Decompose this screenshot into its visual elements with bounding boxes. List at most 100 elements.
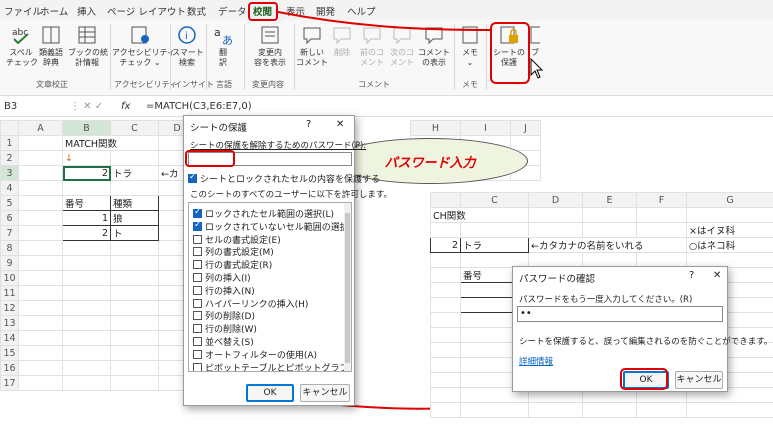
permission-checkbox[interactable]: 列の挿入(I) (193, 271, 251, 284)
permission-checkbox[interactable]: 列の削除(D) (193, 309, 255, 322)
column-header-d[interactable]: D (528, 192, 583, 208)
corner-cell[interactable] (0, 120, 19, 136)
permission-checkbox[interactable]: セルの書式設定(E) (193, 233, 281, 246)
row-header[interactable]: 4 (0, 180, 19, 196)
cancel-button[interactable]: キャンセル (675, 371, 723, 389)
cell-b1[interactable]: MATCH関数 (62, 135, 159, 151)
tab-view[interactable]: 表示 (286, 4, 305, 18)
ok-button[interactable]: OK (246, 384, 294, 402)
cell[interactable] (18, 150, 63, 166)
tab-developer[interactable]: 開発 (316, 4, 335, 18)
thesaurus-button[interactable]: 類義語 辞典 (36, 24, 66, 68)
close-icon[interactable]: ✕ (713, 270, 721, 281)
new-comment-button[interactable]: 新しい コメント (296, 24, 328, 68)
cell-b7[interactable]: 2 (62, 225, 111, 241)
smart-lookup-button[interactable]: i スマート 検索 (172, 24, 204, 68)
permission-checkbox[interactable]: ロックされていないセル範囲の選択(U) (193, 220, 351, 233)
next-comment-button[interactable]: 次のコ メント (388, 24, 416, 68)
column-header-b[interactable]: B (62, 120, 111, 136)
scrollbar-thumb[interactable] (345, 213, 350, 363)
tab-insert[interactable]: 挿入 (77, 4, 96, 18)
show-changes-button[interactable]: 変更内 容を表示 (248, 24, 292, 68)
scrollbar[interactable] (344, 203, 351, 371)
tab-formulas[interactable]: 数式 (187, 4, 206, 18)
tab-page-layout[interactable]: ページ レイアウト (107, 4, 186, 18)
row-header[interactable]: 15 (0, 345, 19, 361)
cell[interactable] (18, 210, 63, 226)
cell-b2-arrow[interactable]: ↓ (62, 150, 111, 166)
tab-data[interactable]: データ (218, 4, 247, 18)
row-header[interactable]: 10 (0, 270, 19, 286)
row-header[interactable]: 5 (0, 195, 19, 211)
permission-checkbox[interactable]: ロックされたセル範囲の選択(L) (193, 207, 334, 220)
protect-contents-checkbox[interactable]: シートとロックされたセルの内容を保護する (188, 172, 380, 185)
tab-help[interactable]: ヘルプ (347, 4, 376, 18)
confirm-password-input[interactable]: •• (517, 306, 723, 322)
tab-file[interactable]: ファイル (4, 4, 42, 18)
permission-checkbox[interactable]: 行の書式設定(R) (193, 258, 272, 271)
check-accessibility-button[interactable]: アクセシビリティ チェック ⌄ (112, 24, 175, 68)
row-header[interactable]: 2 (0, 150, 19, 166)
column-header-i[interactable]: I (460, 120, 511, 136)
cell[interactable] (110, 150, 159, 166)
previous-comment-button[interactable]: 前のコ メント (358, 24, 386, 68)
function-icon[interactable]: fx (121, 101, 130, 112)
permission-checkbox[interactable]: 列の書式設定(M) (193, 245, 274, 258)
cell-c7[interactable]: ト (110, 225, 159, 241)
cell[interactable] (18, 135, 63, 151)
tab-home[interactable]: ホーム (40, 4, 68, 18)
cell-g7[interactable]: ○はネコ科 (686, 237, 773, 253)
cell-b3-selected[interactable]: 2 (62, 165, 111, 181)
spelling-button[interactable]: abc スペル チェック (6, 24, 38, 68)
column-header-b[interactable] (430, 192, 461, 208)
cell-c7[interactable]: トラ (460, 237, 529, 253)
permission-checkbox[interactable]: ハイパーリンクの挿入(H) (193, 297, 308, 310)
cell[interactable] (18, 225, 63, 241)
cell-g6[interactable]: ×はイヌ科 (686, 222, 773, 238)
cell-d7[interactable]: ←カタカナの名前をいれる (528, 237, 687, 253)
protect-workbook-button[interactable]: ブ (530, 24, 540, 58)
name-box[interactable]: B3 (4, 101, 17, 112)
show-comments-button[interactable]: コメント の表示 (418, 24, 450, 68)
cell-c5[interactable]: 種類 (110, 195, 159, 211)
row-header[interactable]: 11 (0, 285, 19, 301)
row-header[interactable]: 17 (0, 375, 19, 391)
cell-match-title[interactable]: CH関数 (430, 207, 529, 223)
permission-checkbox[interactable]: 行の削除(W) (193, 322, 257, 335)
details-link[interactable]: 詳細情報 (519, 355, 553, 367)
permission-checkbox[interactable]: ピボットテーブルとピボットグラフを使用する (193, 361, 351, 371)
column-header-c[interactable]: C (110, 120, 159, 136)
formula-input[interactable]: =MATCH(C3,E6:E7,0) (146, 101, 252, 112)
cell[interactable] (18, 195, 63, 211)
translate-button[interactable]: aあ 翻 訳 (210, 24, 236, 68)
permission-checkbox[interactable]: 並べ替え(S) (193, 335, 254, 348)
row-header[interactable]: 12 (0, 300, 19, 316)
row-header[interactable]: 1 (0, 135, 19, 151)
notes-button[interactable]: メモ ⌄ (458, 24, 482, 68)
cancel-button[interactable]: キャンセル (300, 384, 350, 402)
cancel-icon[interactable]: ⋮ ✕ ✓ (70, 101, 103, 112)
column-header-e[interactable]: E (582, 192, 637, 208)
row-header[interactable]: 14 (0, 330, 19, 346)
row-header[interactable]: 3 (0, 165, 19, 181)
column-header-a[interactable]: A (18, 120, 63, 136)
cell-b5[interactable]: 番号 (62, 195, 111, 211)
row-header[interactable]: 7 (0, 225, 19, 241)
row-header[interactable]: 8 (0, 240, 19, 256)
column-header-h[interactable]: H (410, 120, 461, 136)
delete-comment-button[interactable]: 削除 (330, 24, 354, 58)
column-header-g[interactable]: G (686, 192, 773, 208)
column-header-f[interactable]: F (636, 192, 687, 208)
help-icon[interactable]: ? (689, 270, 694, 281)
cell-b7[interactable]: 2 (430, 237, 461, 253)
column-header-c[interactable]: C (460, 192, 529, 208)
workbook-statistics-button[interactable]: ブックの統 計情報 (68, 24, 108, 68)
cell-c3[interactable]: トラ (110, 165, 159, 181)
close-icon[interactable]: ✕ (336, 119, 344, 130)
cell-b6[interactable]: 1 (62, 210, 111, 226)
permission-checkbox[interactable]: オートフィルターの使用(A) (193, 348, 317, 361)
column-header-j[interactable]: J (510, 120, 541, 136)
row-header[interactable]: 6 (0, 210, 19, 226)
row-header[interactable]: 9 (0, 255, 19, 271)
cell[interactable] (18, 165, 63, 181)
